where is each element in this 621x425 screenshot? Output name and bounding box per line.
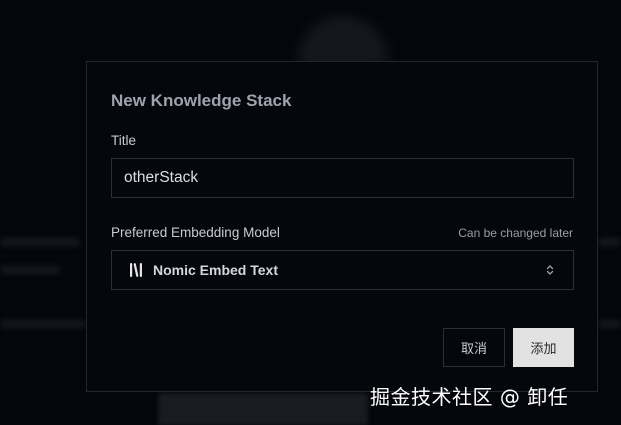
embedding-model-label: Preferred Embedding Model (111, 225, 280, 240)
title-input[interactable] (111, 158, 574, 198)
add-button[interactable]: 添加 (513, 328, 574, 367)
embedding-model-hint: Can be changed later (458, 226, 573, 240)
cancel-button[interactable]: 取消 (443, 328, 505, 367)
title-field-label: Title (111, 133, 137, 148)
nomic-logo-icon (128, 262, 144, 278)
background-blurred-text (598, 238, 621, 246)
embedding-model-select[interactable]: Nomic Embed Text (111, 250, 574, 290)
background-blurred-text (0, 238, 80, 246)
new-knowledge-stack-dialog: New Knowledge Stack Title Preferred Embe… (86, 61, 598, 392)
background-blurred-text (0, 320, 86, 328)
embedding-model-value: Nomic Embed Text (153, 262, 278, 278)
watermark-text: 掘金技术社区 @ 卸任 (370, 385, 569, 409)
background-blurred-text (598, 320, 621, 328)
dialog-title: New Knowledge Stack (111, 91, 292, 110)
chevron-up-down-icon (545, 263, 555, 277)
background-blurred-text (0, 266, 60, 274)
background-blurred-input (158, 393, 368, 425)
